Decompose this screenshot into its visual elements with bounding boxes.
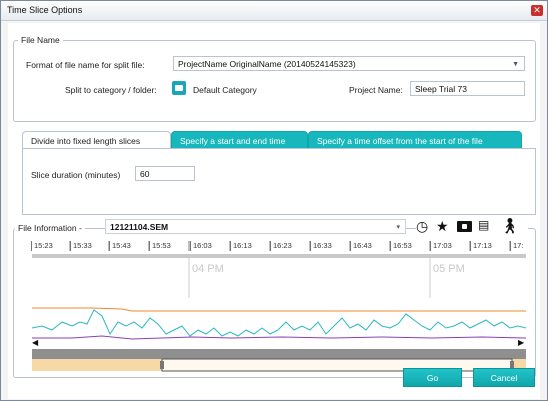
dialog-window: Time Slice Options ✕ File Name Format of… bbox=[0, 0, 548, 401]
time-tick: 16:03 bbox=[190, 241, 212, 251]
format-label: Format of file name for split file: bbox=[26, 60, 145, 70]
window-title: Time Slice Options bbox=[7, 5, 83, 15]
time-scale-bar bbox=[32, 254, 526, 258]
close-icon[interactable]: ✕ bbox=[531, 5, 543, 16]
project-name-input[interactable]: Sleep Trial 73 bbox=[410, 81, 525, 96]
series-orange-line bbox=[32, 307, 526, 312]
file-name-legend: File Name bbox=[18, 35, 63, 45]
book-icon[interactable]: ▤ bbox=[478, 218, 489, 232]
folder-icon[interactable] bbox=[172, 81, 186, 95]
time-tick: 17: bbox=[509, 241, 524, 251]
title-bar: Time Slice Options ✕ bbox=[1, 1, 547, 21]
file-info-toolbar: ◷ ★ ▤ 🚶︎ bbox=[416, 218, 528, 236]
dialog-body: File Name Format of file name for split … bbox=[8, 23, 540, 399]
tab-time-offset[interactable]: Specify a time offset from the start of … bbox=[308, 131, 522, 149]
id-card-icon[interactable] bbox=[457, 221, 472, 232]
time-tick: 16:33 bbox=[310, 241, 332, 251]
time-tick: 15:33 bbox=[70, 241, 92, 251]
timeline-chart[interactable]: ◀ ▶ bbox=[32, 238, 526, 378]
slice-duration-input[interactable]: 60 bbox=[135, 166, 195, 181]
time-tick: 17:03 bbox=[430, 241, 452, 251]
category-value[interactable]: Default Category bbox=[193, 85, 257, 95]
time-tick: 15:43 bbox=[109, 241, 131, 251]
time-tick: 16:23 bbox=[270, 241, 292, 251]
time-tick: 15:53 bbox=[149, 241, 171, 251]
series-purple-line bbox=[32, 335, 526, 340]
go-button[interactable]: Go bbox=[403, 368, 462, 387]
clock-icon[interactable]: ◷ bbox=[416, 218, 428, 235]
hour-label-4pm: 04 PM bbox=[192, 263, 224, 275]
tab-start-end-time[interactable]: Specify a start and end time bbox=[171, 131, 308, 149]
range-handle-left[interactable] bbox=[160, 361, 164, 369]
walking-person-icon[interactable]: 🚶︎ bbox=[500, 217, 519, 235]
file-dropdown[interactable]: 12121104.SEM ▾ bbox=[105, 219, 406, 234]
overview-track bbox=[32, 349, 526, 359]
tab-panel bbox=[22, 148, 536, 215]
hour-label-5pm: 05 PM bbox=[433, 263, 465, 275]
format-value: ProjectName OriginalName (20140524145323… bbox=[178, 59, 356, 69]
series-teal-line bbox=[32, 309, 526, 337]
time-tick: 16:13 bbox=[230, 241, 252, 251]
time-tick: 16:53 bbox=[390, 241, 412, 251]
chevron-down-icon: ▼ bbox=[512, 61, 519, 68]
time-tick: 17:13 bbox=[470, 241, 492, 251]
format-dropdown[interactable]: ProjectName OriginalName (20140524145323… bbox=[173, 56, 525, 71]
scroll-right-icon[interactable]: ▶ bbox=[518, 338, 525, 347]
project-name-label: Project Name: bbox=[349, 85, 403, 95]
split-label: Split to category / folder: bbox=[65, 85, 157, 95]
chevron-down-icon: ▾ bbox=[396, 224, 400, 231]
cancel-button[interactable]: Cancel bbox=[473, 368, 535, 387]
star-icon[interactable]: ★ bbox=[436, 218, 449, 235]
time-tick: 16:43 bbox=[350, 241, 372, 251]
scroll-left-icon[interactable]: ◀ bbox=[32, 338, 39, 347]
time-tick: 15:23 bbox=[31, 241, 53, 251]
file-info-legend: File Information - bbox=[15, 223, 85, 233]
time-ticks: 15:23 15:33 15:43 15:53 16:03 16:13 16:2… bbox=[31, 241, 526, 253]
file-value: 12121104.SEM bbox=[110, 222, 169, 232]
slice-duration-label: Slice duration (minutes) bbox=[31, 170, 121, 180]
tab-fixed-length[interactable]: Divide into fixed length slices bbox=[22, 131, 171, 149]
